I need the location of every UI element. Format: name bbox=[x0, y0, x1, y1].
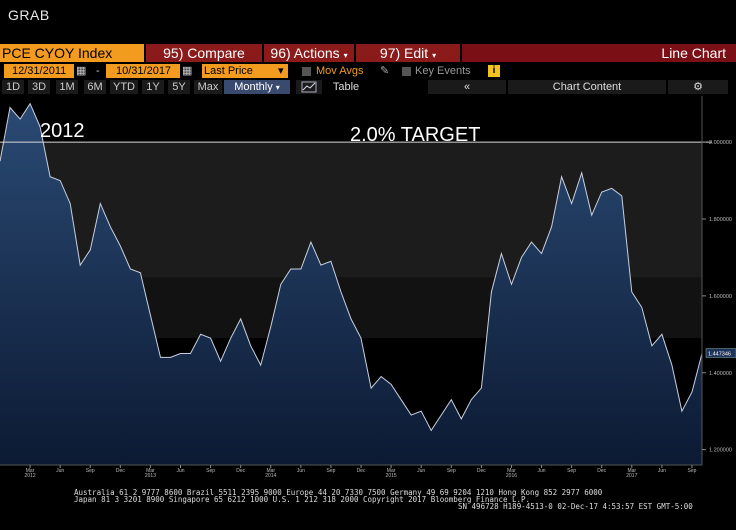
x-tick-label: Sep bbox=[567, 468, 576, 474]
table-button[interactable]: Table bbox=[326, 80, 366, 94]
calendar-icon[interactable]: ▦ bbox=[76, 64, 88, 78]
chart-content-button[interactable]: Chart Content bbox=[508, 80, 666, 94]
x-tick-label: Sep bbox=[447, 468, 456, 474]
actions-label: 96) Actions bbox=[270, 45, 340, 61]
y-tick-label: 1.600000 bbox=[709, 294, 732, 300]
x-tick-label: Jun bbox=[658, 468, 666, 474]
y-tick-label: 1.400000 bbox=[709, 371, 732, 377]
x-year-label: 2015 bbox=[386, 473, 397, 479]
key-events-label: Key Events bbox=[415, 65, 471, 77]
date-separator: - bbox=[96, 65, 100, 77]
ticker-field[interactable]: PCE CYOY Index bbox=[0, 44, 144, 62]
x-tick-label: Jun bbox=[417, 468, 425, 474]
x-year-label: 2013 bbox=[145, 473, 156, 479]
end-date-input[interactable]: 10/31/2017 bbox=[106, 64, 180, 78]
footer: Australia 61 2 9777 8600 Brazil 5511 239… bbox=[0, 486, 736, 530]
mov-avgs-checkbox[interactable] bbox=[302, 67, 311, 76]
chevron-down-icon: ▾ bbox=[275, 83, 280, 92]
command-toolbar: PCE CYOY Index 95) Compare 96) Actions ▾… bbox=[0, 44, 736, 62]
x-tick-label: Jun bbox=[538, 468, 546, 474]
x-tick-label: Sep bbox=[206, 468, 215, 474]
actions-button[interactable]: 96) Actions ▾ bbox=[264, 44, 354, 62]
app-title: GRAB bbox=[8, 7, 50, 23]
x-tick-label: Dec bbox=[357, 468, 366, 474]
x-year-label: 2017 bbox=[626, 473, 637, 479]
chevron-down-icon: ▾ bbox=[343, 51, 348, 60]
field-select[interactable]: Last Price bbox=[202, 64, 288, 78]
pencil-icon[interactable]: ✎ bbox=[380, 64, 389, 78]
y-tick-label: 1.800000 bbox=[709, 217, 732, 223]
year-annotation: 2012 bbox=[40, 120, 85, 142]
x-tick-label: Dec bbox=[116, 468, 125, 474]
info-icon[interactable]: i bbox=[488, 65, 500, 77]
x-tick-label: Jun bbox=[297, 468, 305, 474]
x-tick-label: Dec bbox=[477, 468, 486, 474]
timeframe-max[interactable]: Max bbox=[194, 80, 222, 94]
x-tick-label: Sep bbox=[688, 468, 697, 474]
footer-line-3: SN 496728 H189-4513-0 02-Dec-17 4:53:57 … bbox=[458, 502, 693, 511]
compare-button[interactable]: 95) Compare bbox=[146, 44, 262, 62]
chart-type-label: Line Chart bbox=[462, 44, 736, 62]
x-tick-label: Sep bbox=[326, 468, 335, 474]
key-events-checkbox[interactable] bbox=[402, 67, 411, 76]
x-year-label: 2016 bbox=[506, 473, 517, 479]
timeframe-1d[interactable]: 1D bbox=[2, 80, 24, 94]
x-year-label: 2014 bbox=[265, 473, 276, 479]
calendar-icon[interactable]: ▦ bbox=[182, 64, 194, 78]
edit-button[interactable]: 97) Edit ▾ bbox=[356, 44, 460, 62]
timeframe-1m[interactable]: 1M bbox=[56, 80, 78, 94]
chevron-down-icon: ▾ bbox=[432, 51, 437, 60]
timeframe-1y[interactable]: 1Y bbox=[142, 80, 164, 94]
y-tick-label: 1.200000 bbox=[709, 448, 732, 454]
timeframe-toolbar: 1D 3D 1M 6M YTD 1Y 5Y Max Monthly ▾ Tabl… bbox=[0, 79, 736, 95]
x-tick-label: Dec bbox=[597, 468, 606, 474]
timeframe-ytd[interactable]: YTD bbox=[110, 80, 138, 94]
x-tick-label: Jun bbox=[56, 468, 64, 474]
collapse-button[interactable]: « bbox=[428, 80, 506, 94]
start-date-input[interactable]: 12/31/2011 bbox=[4, 64, 74, 78]
timeframe-3d[interactable]: 3D bbox=[28, 80, 50, 94]
period-select[interactable]: Monthly ▾ bbox=[224, 80, 290, 94]
date-range-toolbar: 12/31/2011 ▦ - 10/31/2017 ▦ Last Price ▾… bbox=[0, 62, 736, 79]
last-value-label: 1.447346 bbox=[708, 352, 731, 358]
edit-label: 97) Edit bbox=[379, 45, 429, 61]
x-tick-label: Jun bbox=[176, 468, 184, 474]
chevron-down-icon[interactable]: ▾ bbox=[278, 64, 288, 78]
timeframe-6m[interactable]: 6M bbox=[84, 80, 106, 94]
period-label: Monthly bbox=[234, 81, 273, 93]
y-tick-label: 2.000000 bbox=[709, 140, 732, 146]
timeframe-5y[interactable]: 5Y bbox=[168, 80, 190, 94]
x-year-label: 2012 bbox=[25, 473, 36, 479]
mov-avgs-label: Mov Avgs bbox=[316, 65, 364, 77]
pce-line-chart: 2.000000 1.800000 1.600000 1.400000 1.200000… bbox=[0, 96, 736, 486]
gear-icon[interactable]: ⚙ bbox=[668, 80, 728, 94]
x-tick-label: Dec bbox=[236, 468, 245, 474]
window-title-bar: GRAB bbox=[0, 0, 736, 44]
target-annotation: 2.0% TARGET bbox=[350, 124, 480, 146]
line-chart-icon[interactable] bbox=[296, 80, 322, 94]
x-tick-label: Sep bbox=[86, 468, 95, 474]
